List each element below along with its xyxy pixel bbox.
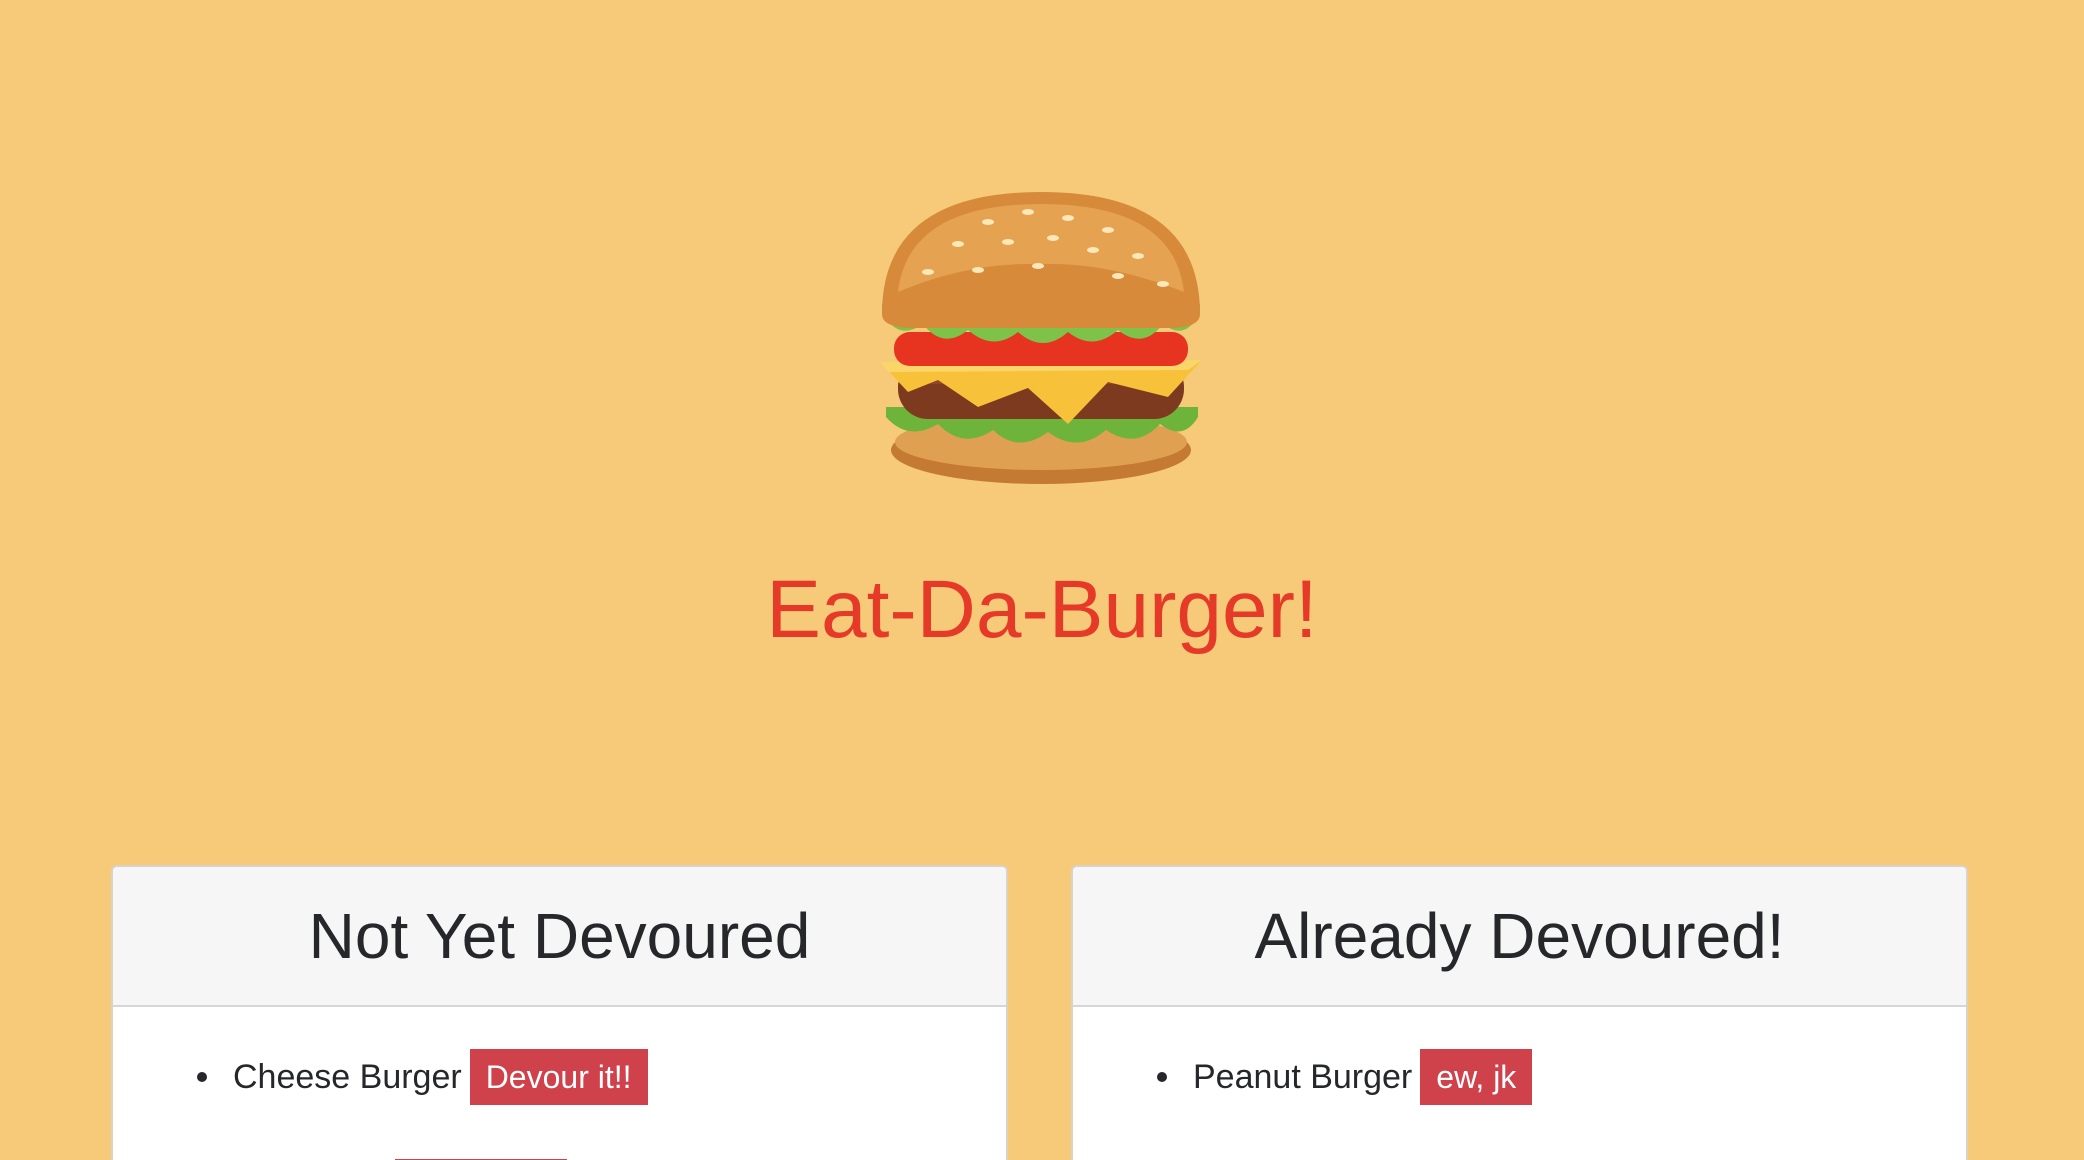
burger-name: Cheese Burger: [233, 1057, 462, 1096]
card-title: Already Devoured!: [1254, 900, 1785, 972]
page: Eat-Da-Burger! Not Yet Devoured Cheese B…: [0, 0, 2084, 1160]
list-item: Peanut Burger ew, jk: [1157, 1049, 1533, 1105]
page-title: Eat-Da-Burger!: [766, 564, 1318, 655]
bullet-icon: [1157, 1072, 1167, 1082]
hamburger-icon: [880, 192, 1202, 484]
devour-button[interactable]: Devour it!!: [469, 1049, 648, 1105]
not-yet-devoured-card: Not Yet Devoured Cheese Burger Devour it…: [111, 865, 1008, 1160]
card-header: Already Devoured!: [1073, 867, 1966, 1007]
bullet-icon: [197, 1072, 207, 1082]
list-item: Cheese Burger Devour it!!: [197, 1049, 648, 1105]
card-title: Not Yet Devoured: [308, 900, 811, 972]
burger-name: Peanut Burger: [1193, 1057, 1413, 1096]
undevour-button[interactable]: ew, jk: [1420, 1049, 1533, 1105]
card-header: Not Yet Devoured: [113, 867, 1006, 1007]
already-devoured-card: Already Devoured! Peanut Burger ew, jk: [1071, 865, 1968, 1160]
